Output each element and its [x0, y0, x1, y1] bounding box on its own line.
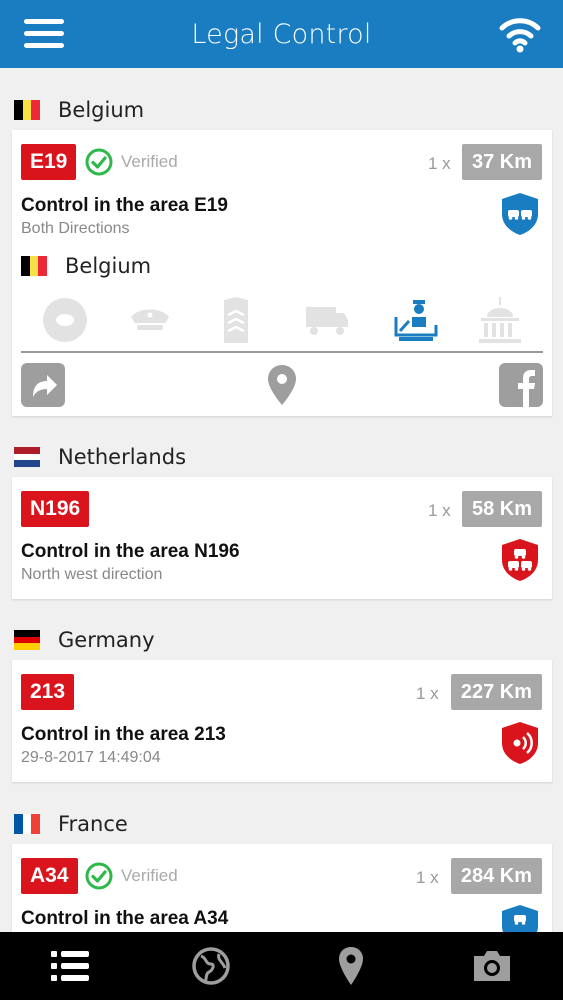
page-title: Legal Control — [191, 18, 372, 50]
france-flag-icon — [14, 814, 41, 834]
globe-icon[interactable] — [189, 946, 233, 986]
truck-icon[interactable] — [302, 295, 352, 345]
control-title: Control in the area N196 — [21, 541, 240, 562]
app-header: Legal Control — [0, 0, 563, 68]
control-title: Control in the area 213 — [21, 724, 226, 745]
check-circle-icon — [85, 862, 113, 890]
report-count: 1 x — [428, 154, 451, 173]
verified-badge: Verified — [85, 147, 178, 177]
location-pin-icon[interactable] — [260, 363, 304, 407]
control-card-a34[interactable]: A34 Verified 1 x 284 Km Control in the a… — [12, 844, 552, 932]
wifi-icon[interactable] — [499, 14, 541, 54]
check-circle-icon — [85, 148, 113, 176]
government-icon[interactable] — [475, 295, 525, 345]
map-pin-icon[interactable] — [329, 946, 373, 986]
speed-camera-icon[interactable] — [40, 295, 90, 345]
netherlands-flag-icon — [14, 447, 40, 468]
country-header-germany: Germany — [14, 625, 155, 655]
report-count: 1 x — [428, 501, 451, 520]
distance-badge: 37 Km — [461, 144, 542, 180]
list-icon[interactable] — [48, 946, 92, 986]
cars-icon — [502, 905, 538, 932]
detail-country: Belgium — [21, 254, 151, 278]
cars-icon — [502, 193, 538, 235]
radar-icon — [502, 722, 538, 764]
road-badge: 213 — [21, 674, 75, 710]
control-card-213[interactable]: 213 1 x 227 Km Control in the area 213 2… — [12, 660, 552, 782]
report-count: 1 x — [416, 684, 439, 703]
hamburger-icon[interactable] — [24, 19, 64, 49]
control-subtitle: 29-8-2017 14:49:04 — [21, 749, 161, 766]
divider — [21, 351, 543, 353]
military-icon[interactable] — [211, 295, 261, 345]
control-title: Control in the area E19 — [21, 195, 228, 216]
control-card-e19[interactable]: E19 Verified 1 x 37 Km Control in the ar… — [12, 130, 552, 416]
camera-icon[interactable] — [470, 946, 514, 986]
distance-badge: 58 Km — [461, 491, 542, 527]
road-badge: A34 — [21, 858, 78, 894]
cars-icon — [502, 539, 538, 581]
country-header-belgium: Belgium — [14, 95, 144, 125]
distance-badge: 284 Km — [450, 858, 542, 894]
control-subtitle: North west direction — [21, 566, 163, 583]
distance-badge: 227 Km — [450, 674, 542, 710]
facebook-icon[interactable] — [499, 363, 543, 407]
police-cap-icon[interactable] — [125, 295, 175, 345]
control-title: Control in the area A34 — [21, 908, 229, 929]
category-icons — [12, 295, 552, 345]
belgium-flag-icon — [21, 256, 48, 276]
road-badge: N196 — [21, 491, 90, 527]
customs-icon[interactable] — [391, 295, 441, 345]
bottom-tab-bar — [0, 932, 563, 1000]
road-badge: E19 — [21, 144, 77, 180]
control-list[interactable]: Belgium E19 Verified 1 x 37 Km Control i… — [0, 68, 563, 932]
share-icon[interactable] — [21, 363, 65, 407]
belgium-flag-icon — [14, 100, 41, 120]
report-count: 1 x — [416, 868, 439, 887]
country-header-netherlands: Netherlands — [14, 442, 186, 472]
control-subtitle: Both Directions — [21, 220, 130, 237]
verified-badge: Verified — [85, 861, 178, 891]
germany-flag-icon — [14, 630, 40, 651]
country-header-france: France — [14, 809, 128, 839]
control-card-n196[interactable]: N196 1 x 58 Km Control in the area N196 … — [12, 477, 552, 599]
